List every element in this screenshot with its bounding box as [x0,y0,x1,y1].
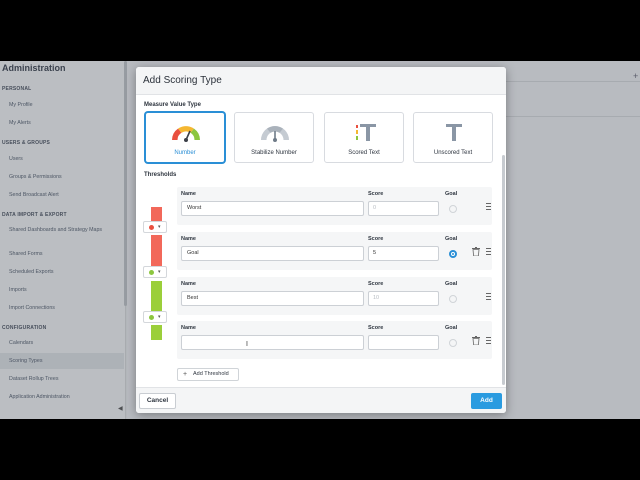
band-green [151,281,162,311]
goal-column-label: Goal [445,281,458,287]
thresholds-label: Thresholds [144,172,177,178]
goal-column-label: Goal [445,236,458,242]
threshold-name-input[interactable]: Best [181,291,364,306]
trash-icon[interactable] [472,247,480,256]
type-label: Scored Text [348,150,380,156]
goal-radio[interactable] [449,339,457,347]
goal-radio-selected[interactable] [449,250,457,258]
text-cursor-icon: I [246,341,248,348]
threshold-score-input[interactable] [368,335,439,350]
goal-column-label: Goal [445,191,458,197]
modal-scrollbar[interactable] [502,155,505,385]
drag-handle-icon[interactable] [486,337,491,344]
measure-value-type-label: Measure Value Type [144,102,201,108]
type-card-stabilize-number[interactable]: Stabilize Number [234,112,314,163]
threshold-name-input[interactable] [181,335,364,350]
modal-footer: Cancel Add [136,387,506,413]
modal-header: Add Scoring Type [136,67,506,95]
trash-icon[interactable] [472,336,480,345]
threshold-row: Name Score Goal [177,321,492,359]
type-label: Stabilize Number [251,150,297,156]
threshold-row: Name Score Goal Best 10 [177,277,492,315]
threshold-score-input[interactable]: 10 [368,291,439,306]
app-screen: Administration PERSONAL My Profile My Al… [0,61,640,419]
green-dot-icon [149,270,154,275]
goal-radio[interactable] [449,205,457,213]
type-label: Number [174,150,196,156]
plus-icon: + [183,371,188,378]
modal-title: Add Scoring Type [143,75,222,86]
threshold-row: Name Score Goal Worst 0 [177,187,492,225]
goal-column-label: Goal [445,325,458,331]
threshold-name-input[interactable]: Goal [181,246,364,261]
band-red [151,235,162,267]
score-column-label: Score [368,281,384,287]
add-scoring-type-dialog: Add Scoring Type Measure Value Type Numb… [136,67,506,413]
scored-text-icon [356,124,376,141]
type-card-number[interactable]: Number [145,112,225,163]
goal-radio[interactable] [449,295,457,303]
type-label: Unscored Text [433,150,473,156]
color-picker-red[interactable]: ▾ [143,221,167,233]
type-card-unscored-text[interactable]: Unscored Text [413,112,493,163]
name-column-label: Name [181,191,196,197]
name-column-label: Name [181,281,196,287]
add-button[interactable]: Add [471,393,502,409]
caret-down-icon: ▾ [158,224,161,230]
name-column-label: Name [181,236,196,242]
threshold-score-input[interactable]: 5 [368,246,439,261]
threshold-score-input[interactable]: 0 [368,201,439,216]
name-column-label: Name [181,325,196,331]
threshold-row: Name Score Goal Goal 5 [177,232,492,270]
add-threshold-button[interactable]: + Add Threshold [177,368,239,381]
caret-down-icon: ▾ [158,314,161,320]
unscored-text-icon [446,124,462,141]
band-green [151,325,162,340]
score-column-label: Score [368,191,384,197]
gauge-gray-icon [261,126,289,142]
caret-down-icon: ▾ [158,269,161,275]
color-picker-green[interactable]: ▾ [143,311,167,323]
color-picker-green[interactable]: ▾ [143,266,167,278]
score-column-label: Score [368,236,384,242]
green-dot-icon [149,315,154,320]
threshold-name-input[interactable]: Worst [181,201,364,216]
score-column-label: Score [368,325,384,331]
red-dot-icon [149,225,154,230]
add-threshold-label: Add Threshold [193,371,229,377]
gauge-color-icon [172,126,200,142]
drag-handle-icon[interactable] [486,203,491,210]
band-red-top [151,207,162,221]
cancel-button[interactable]: Cancel [139,393,176,409]
type-card-scored-text[interactable]: Scored Text [324,112,404,163]
drag-handle-icon[interactable] [486,248,491,255]
drag-handle-icon[interactable] [486,293,491,300]
